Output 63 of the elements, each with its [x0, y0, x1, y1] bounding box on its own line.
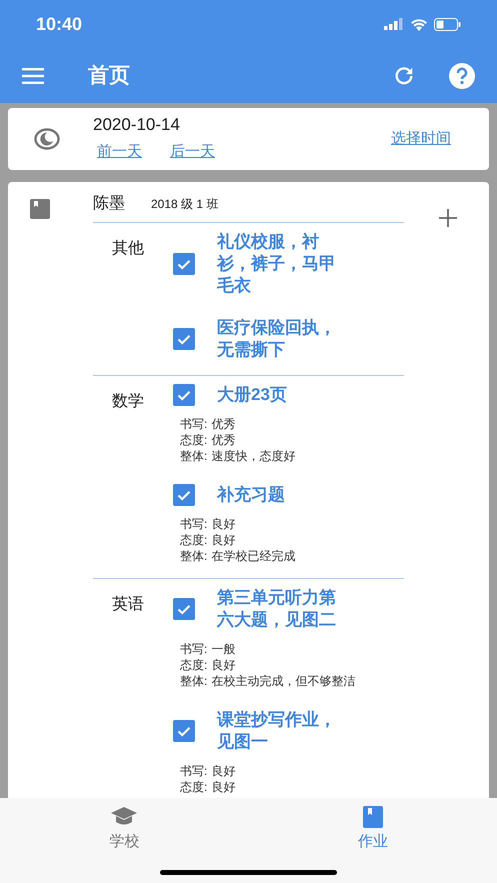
status-time: 10:40	[36, 12, 82, 36]
evaluation-label: 态度:	[180, 657, 208, 673]
evaluation-value: 在学校已经完成	[211, 548, 296, 564]
evaluation-value: 优秀	[211, 432, 236, 448]
subject-label: 其他	[112, 238, 145, 259]
checkbox[interactable]	[173, 253, 195, 275]
add-icon[interactable]	[439, 209, 457, 227]
homework-title[interactable]: 大册23页	[217, 384, 345, 406]
evaluation-label: 整体:	[180, 448, 208, 464]
check-icon	[177, 334, 191, 344]
checkbox[interactable]	[173, 484, 195, 506]
evaluation-value: 一般	[211, 641, 236, 657]
checkbox[interactable]	[173, 328, 195, 350]
check-icon	[177, 604, 191, 614]
evaluation-value: 良好	[211, 779, 236, 795]
evaluation-label: 书写:	[180, 641, 208, 657]
book-icon	[362, 806, 383, 828]
moon-icon	[34, 128, 60, 150]
evaluation-value: 良好	[211, 532, 236, 548]
evaluation-label: 态度:	[180, 432, 208, 448]
date-text: 2020-10-14	[93, 114, 181, 135]
menu-icon[interactable]	[22, 68, 44, 84]
homework-title[interactable]: 课堂抄写作业，见图一	[217, 709, 345, 753]
student-name: 陈墨	[93, 194, 125, 214]
evaluation-value: 速度快，态度好	[211, 448, 296, 464]
class-name: 2018 级 1 班	[151, 196, 218, 213]
help-icon[interactable]	[449, 62, 475, 88]
signal-icon	[384, 18, 404, 30]
next-day-link[interactable]: 后一天	[170, 140, 215, 164]
homework-title[interactable]: 医疗保险回执，无需撕下	[217, 317, 345, 361]
evaluation-value: 在校主动完成，但不够整洁	[211, 673, 356, 689]
pick-time-link[interactable]: 选择时间	[391, 128, 451, 150]
checkbox[interactable]	[173, 598, 195, 620]
evaluation-label: 书写:	[180, 763, 208, 779]
homework-title[interactable]: 礼仪校服，衬衫，裤子，马甲毛衣	[217, 231, 345, 297]
previous-day-link[interactable]: 前一天	[97, 140, 142, 164]
evaluation-value: 良好	[211, 516, 236, 532]
subject-label: 英语	[112, 594, 145, 615]
check-icon	[177, 726, 191, 736]
checkbox[interactable]	[173, 720, 195, 742]
evaluation-label: 态度:	[180, 532, 208, 548]
evaluation-value: 良好	[211, 657, 236, 673]
evaluation-value: 优秀	[211, 416, 236, 432]
tab-item[interactable]: 作业	[338, 806, 408, 854]
subject-label: 数学	[112, 392, 145, 412]
homework-title[interactable]: 补充习题	[217, 484, 345, 506]
evaluation-label: 整体:	[180, 673, 208, 689]
battery-icon	[434, 18, 461, 30]
page-title: 首页	[88, 62, 130, 89]
evaluation-label: 态度:	[180, 779, 208, 795]
wifi-icon	[410, 18, 428, 30]
check-icon	[177, 490, 191, 500]
check-icon	[177, 258, 191, 270]
evaluation-value: 良好	[211, 763, 236, 779]
refresh-icon[interactable]	[393, 64, 415, 86]
tab-item[interactable]: 学校	[89, 806, 160, 854]
book-icon	[30, 199, 50, 219]
evaluation-label: 整体:	[180, 548, 208, 564]
check-icon	[177, 390, 191, 400]
evaluation-label: 书写:	[180, 516, 208, 532]
homework-title[interactable]: 第三单元听力第六大题，见图二	[217, 587, 345, 631]
evaluation-label: 书写:	[180, 416, 208, 432]
checkbox[interactable]	[173, 384, 195, 406]
